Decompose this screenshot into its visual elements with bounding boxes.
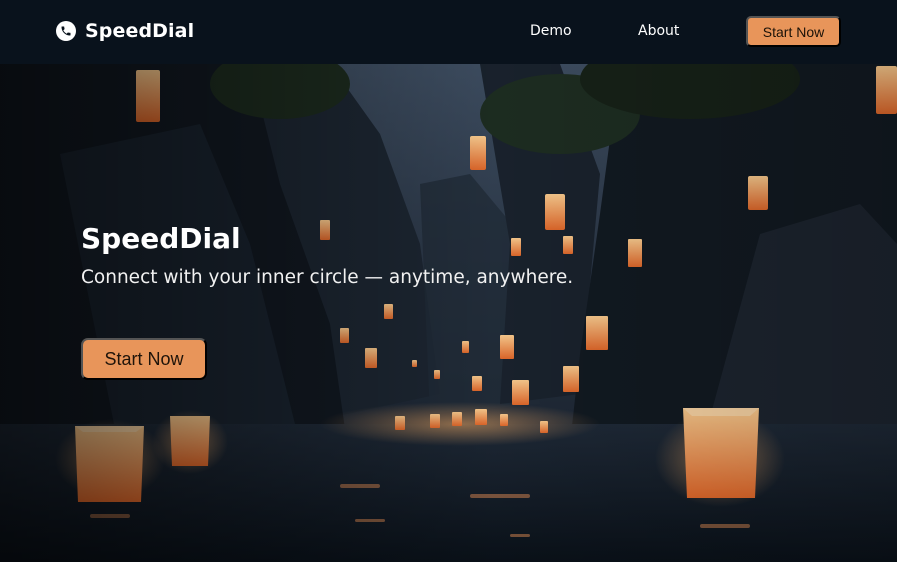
hero-start-now-button[interactable]: Start Now	[81, 338, 207, 380]
nav-start-now-button[interactable]: Start Now	[746, 16, 841, 47]
hero-subtitle: Connect with your inner circle — anytime…	[81, 267, 574, 288]
brand-logo[interactable]: SpeedDial	[56, 20, 194, 42]
hero-background-image	[0, 64, 897, 562]
nav-link-demo[interactable]: Demo	[530, 23, 572, 39]
brand-name: SpeedDial	[85, 20, 195, 42]
top-navbar: SpeedDial Demo About Start Now	[0, 0, 897, 64]
hero-title: SpeedDial	[81, 222, 241, 255]
nav-link-about[interactable]: About	[638, 23, 679, 39]
phone-icon	[56, 21, 76, 41]
hero-section: SpeedDial Connect with your inner circle…	[0, 64, 897, 562]
